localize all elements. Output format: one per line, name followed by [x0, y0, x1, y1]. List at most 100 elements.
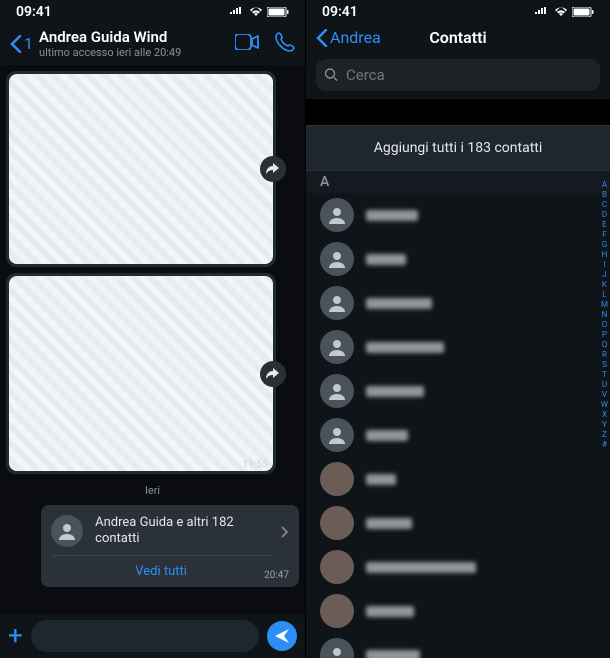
status-bar: 09:41	[306, 0, 610, 22]
alpha-index-letter[interactable]: A	[601, 180, 608, 190]
send-button[interactable]	[267, 621, 297, 651]
contact-name	[366, 650, 420, 658]
alpha-index-letter[interactable]: F	[601, 230, 608, 240]
voice-call-button[interactable]	[275, 32, 295, 56]
alpha-index-letter[interactable]: M	[601, 300, 608, 310]
alpha-index-letter[interactable]: S	[601, 360, 608, 370]
contact-avatar-placeholder-icon	[320, 638, 354, 658]
back-button[interactable]: 1	[10, 34, 33, 53]
alpha-index-letter[interactable]: C	[601, 200, 608, 210]
alpha-index-letter[interactable]: K	[601, 280, 608, 290]
message-input-bar: +	[0, 614, 305, 658]
contact-name	[366, 298, 432, 309]
add-all-contacts-button[interactable]: Aggiungi tutti i 183 contatti	[306, 125, 610, 171]
alphabet-index[interactable]: ABCDEFGHIJKLMNOPQRSTUVWXYZ#	[601, 180, 608, 450]
contacts-list	[306, 193, 610, 658]
alpha-index-letter[interactable]: T	[601, 370, 608, 380]
contact-name	[366, 518, 412, 529]
contact-avatar-placeholder-icon	[320, 198, 354, 232]
contact-row[interactable]	[306, 369, 610, 413]
contact-avatar-photo	[320, 594, 354, 628]
alpha-index-letter[interactable]: U	[601, 380, 608, 390]
attach-button[interactable]: +	[8, 623, 23, 649]
contacts-avatar-stack-icon	[51, 515, 83, 547]
contact-row[interactable]	[306, 457, 610, 501]
video-call-button[interactable]	[235, 34, 259, 54]
status-time: 09:41	[322, 4, 358, 20]
contact-name	[366, 386, 424, 397]
chat-title-block[interactable]: Andrea Guida Wind ultimo accesso ieri al…	[39, 28, 235, 59]
forward-button[interactable]	[260, 156, 286, 182]
image-message[interactable]	[6, 71, 276, 267]
alpha-index-letter[interactable]: E	[601, 220, 608, 230]
search-input[interactable]	[316, 59, 600, 91]
alpha-index-letter[interactable]: O	[601, 320, 608, 330]
contact-row[interactable]	[306, 413, 610, 457]
status-time: 09:41	[16, 4, 52, 20]
alpha-index-letter[interactable]: #	[601, 440, 608, 450]
chat-nav-bar: 1 Andrea Guida Wind ultimo accesso ieri …	[0, 22, 305, 65]
spacer-band	[306, 99, 610, 125]
view-all-button[interactable]: Vedi tutti	[51, 555, 271, 583]
back-count: 1	[24, 34, 33, 53]
status-icons	[229, 7, 289, 17]
chat-body: 11:55 Ieri Andrea Guida e altri 182 cont…	[0, 65, 305, 614]
contact-row[interactable]	[306, 501, 610, 545]
alpha-index-letter[interactable]: I	[601, 260, 608, 270]
chevron-right-icon	[281, 523, 289, 542]
chat-title: Andrea Guida Wind	[39, 28, 235, 46]
contact-avatar-placeholder-icon	[320, 330, 354, 364]
alpha-index-letter[interactable]: B	[601, 190, 608, 200]
contact-name	[366, 606, 414, 617]
contact-name	[366, 342, 444, 353]
section-header: A	[306, 171, 610, 193]
contacts-nav-bar: Andrea Contatti	[306, 22, 610, 53]
image-attachment	[9, 74, 273, 264]
day-separator: Ieri	[6, 484, 299, 497]
contact-row[interactable]	[306, 545, 610, 589]
card-time: 20:47	[264, 570, 289, 581]
chat-subtitle: ultimo accesso ieri alle 20:49	[39, 46, 235, 59]
message-input[interactable]	[31, 620, 259, 652]
contact-name	[366, 210, 418, 221]
alpha-index-letter[interactable]: P	[601, 330, 608, 340]
image-attachment	[9, 276, 273, 471]
alpha-index-letter[interactable]: H	[601, 250, 608, 260]
alpha-index-letter[interactable]: Y	[601, 420, 608, 430]
contact-name	[366, 254, 406, 265]
contact-row[interactable]	[306, 281, 610, 325]
image-message[interactable]: 11:55	[6, 273, 276, 474]
message-time: 11:55	[243, 459, 268, 470]
search-wrap	[306, 53, 610, 99]
alpha-index-letter[interactable]: G	[601, 240, 608, 250]
contact-row[interactable]	[306, 325, 610, 369]
forward-button[interactable]	[260, 361, 286, 387]
alpha-index-letter[interactable]: V	[601, 390, 608, 400]
shared-contacts-card[interactable]: Andrea Guida e altri 182 contatti 20:47 …	[41, 505, 299, 587]
alpha-index-letter[interactable]: R	[601, 350, 608, 360]
contact-avatar-placeholder-icon	[320, 286, 354, 320]
alpha-index-letter[interactable]: D	[601, 210, 608, 220]
contact-avatar-placeholder-icon	[320, 374, 354, 408]
contact-name	[366, 474, 396, 485]
alpha-index-letter[interactable]: X	[601, 410, 608, 420]
alpha-index-letter[interactable]: Q	[601, 340, 608, 350]
contact-row[interactable]	[306, 633, 610, 658]
page-title: Contatti	[306, 28, 610, 47]
contact-avatar-placeholder-icon	[320, 242, 354, 276]
status-icons	[534, 7, 594, 17]
status-bar: 09:41	[0, 0, 305, 22]
contact-row[interactable]	[306, 193, 610, 237]
contacts-card-text: Andrea Guida e altri 182 contatti	[95, 515, 267, 546]
contact-avatar-photo	[320, 550, 354, 584]
contact-avatar-photo	[320, 462, 354, 496]
alpha-index-letter[interactable]: J	[601, 270, 608, 280]
contact-avatar-placeholder-icon	[320, 418, 354, 452]
alpha-index-letter[interactable]: W	[601, 400, 608, 410]
alpha-index-letter[interactable]: Z	[601, 430, 608, 440]
alpha-index-letter[interactable]: N	[601, 310, 608, 320]
contact-row[interactable]	[306, 589, 610, 633]
alpha-index-letter[interactable]: L	[601, 290, 608, 300]
contact-row[interactable]	[306, 237, 610, 281]
contact-avatar-photo	[320, 506, 354, 540]
